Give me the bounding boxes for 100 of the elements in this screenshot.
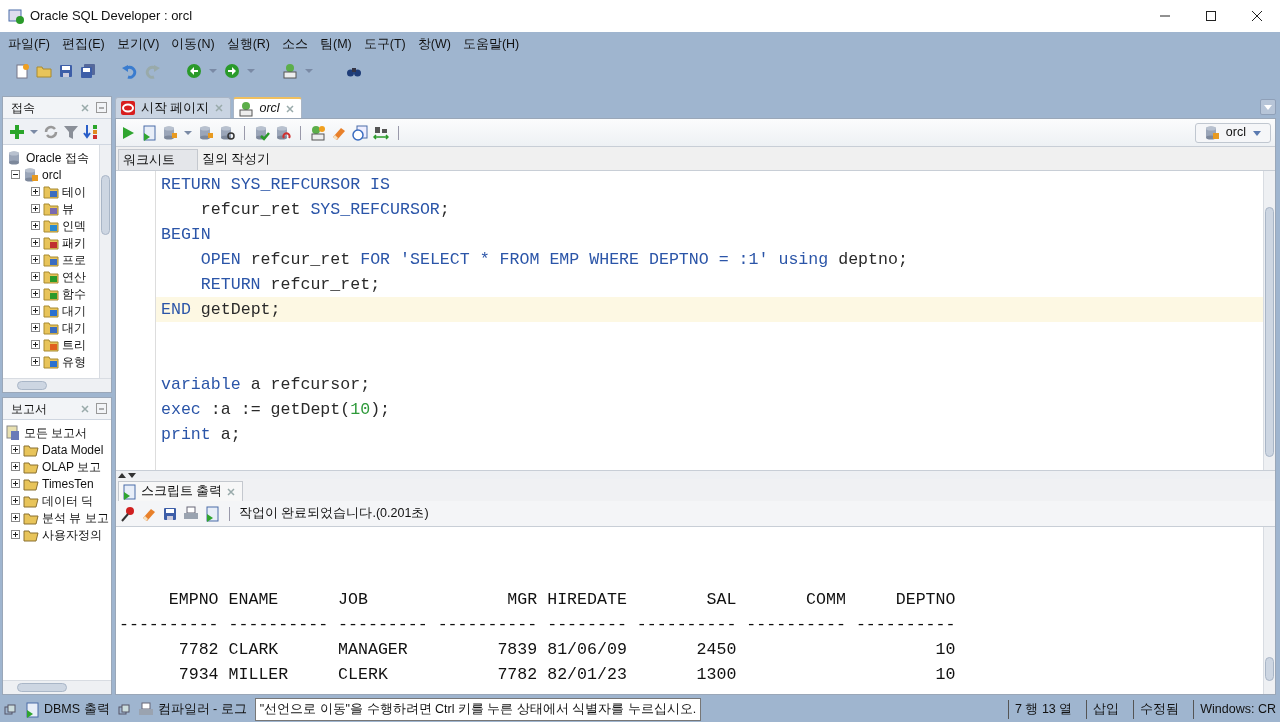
refresh-icon[interactable] bbox=[43, 123, 59, 140]
sort-icon[interactable] bbox=[83, 123, 99, 140]
filter-icon[interactable] bbox=[63, 123, 79, 140]
scrollbar[interactable] bbox=[1263, 171, 1275, 470]
expand-icon[interactable] bbox=[31, 238, 40, 247]
expand-icon[interactable] bbox=[31, 187, 40, 196]
expand-icon[interactable] bbox=[31, 289, 40, 298]
database-check-icon[interactable] bbox=[254, 124, 270, 141]
close-icon[interactable] bbox=[1251, 10, 1263, 22]
minimize-icon[interactable] bbox=[96, 102, 107, 113]
format-icon[interactable] bbox=[373, 124, 389, 141]
expand-icon[interactable] bbox=[31, 221, 40, 230]
tree-item[interactable]: 데이터 딕 bbox=[42, 491, 94, 510]
folder-icon bbox=[43, 251, 59, 268]
undo-icon[interactable] bbox=[122, 63, 138, 79]
menu-item[interactable]: 보기(V) bbox=[112, 34, 164, 54]
tree-item[interactable]: orcl bbox=[42, 165, 62, 184]
maximize-icon[interactable] bbox=[1205, 10, 1217, 22]
connection-selector[interactable]: orcl bbox=[1194, 122, 1271, 143]
folder-icon bbox=[43, 183, 59, 200]
tree-item[interactable]: 패키 bbox=[62, 233, 86, 252]
expand-icon[interactable] bbox=[31, 272, 40, 281]
run-script-icon[interactable] bbox=[141, 124, 157, 141]
expand-icon[interactable] bbox=[11, 513, 20, 522]
database-tree-icon[interactable] bbox=[162, 124, 178, 141]
pin-icon[interactable] bbox=[120, 505, 136, 522]
menu-item[interactable]: 창(W) bbox=[413, 34, 455, 54]
expand-icon[interactable] bbox=[11, 530, 20, 539]
database-star-icon[interactable] bbox=[310, 124, 326, 141]
expand-icon[interactable] bbox=[11, 445, 20, 454]
editor-tab[interactable]: 질의 작성기 bbox=[198, 149, 293, 170]
database-user-icon[interactable] bbox=[282, 63, 298, 79]
menu-item[interactable]: 팀(M) bbox=[316, 34, 356, 54]
editor-tab[interactable]: 워크시트 bbox=[118, 149, 198, 170]
tree-item[interactable]: 분석 뷰 보고 bbox=[42, 508, 109, 527]
tree-item[interactable]: 인덱 bbox=[62, 216, 86, 235]
new-file-icon[interactable] bbox=[14, 63, 30, 79]
expand-icon[interactable] bbox=[31, 306, 40, 315]
expand-icon[interactable] bbox=[31, 255, 40, 264]
panel-tab[interactable]: 컴파일러 - 로그 bbox=[133, 699, 251, 720]
scrollbar[interactable] bbox=[1263, 527, 1275, 694]
tree-item[interactable]: 뷰 bbox=[62, 199, 74, 218]
expand-icon[interactable] bbox=[31, 340, 40, 349]
back-icon[interactable] bbox=[186, 63, 202, 79]
document-tab[interactable]: orcl bbox=[233, 97, 302, 118]
menu-item[interactable]: 도움말(H) bbox=[458, 34, 524, 54]
output-tab[interactable]: 스크립트 출력 bbox=[118, 481, 244, 501]
tree-item[interactable]: Oracle 접속 bbox=[26, 148, 89, 167]
expand-icon[interactable] bbox=[11, 462, 20, 471]
restore-icon[interactable] bbox=[117, 703, 130, 716]
menu-item[interactable]: 편집(E) bbox=[57, 34, 109, 54]
panel-tab[interactable]: 접속 bbox=[11, 98, 35, 117]
tree-item[interactable]: 모든 보고서 bbox=[24, 423, 88, 442]
panel-tab[interactable]: DBMS 출력 bbox=[20, 699, 114, 720]
add-icon[interactable] bbox=[9, 123, 25, 140]
database-search-icon[interactable] bbox=[219, 124, 235, 141]
menu-item[interactable]: 도구(T) bbox=[359, 34, 410, 54]
save-all-icon[interactable] bbox=[80, 63, 96, 79]
code-line: refcur_ret SYS_REFCURSOR; bbox=[199, 199, 451, 221]
tree-item[interactable]: 유형 bbox=[62, 352, 86, 371]
tree-item[interactable]: OLAP 보고 bbox=[42, 457, 102, 476]
clock-document-icon[interactable] bbox=[352, 124, 368, 141]
database-tree-icon[interactable] bbox=[198, 124, 214, 141]
scrollbar[interactable] bbox=[3, 378, 111, 392]
save-icon[interactable] bbox=[162, 505, 178, 522]
tree-item[interactable]: 프로 bbox=[62, 250, 86, 269]
tree-item[interactable]: 사용자정의 bbox=[42, 525, 102, 544]
tree-item[interactable]: 트리 bbox=[62, 335, 86, 354]
document-tab[interactable]: 시작 페이지 bbox=[115, 97, 232, 118]
tree-item[interactable]: 대기 bbox=[62, 301, 86, 320]
expand-icon[interactable] bbox=[31, 204, 40, 213]
database-undo-icon[interactable] bbox=[275, 124, 291, 141]
folder-icon bbox=[43, 302, 59, 319]
modified-status: 수정됨 bbox=[1133, 700, 1180, 719]
folder-icon bbox=[43, 268, 59, 285]
tree-item[interactable]: 연산 bbox=[62, 267, 86, 286]
run-icon[interactable] bbox=[120, 124, 136, 141]
tree-item[interactable]: TimesTen bbox=[42, 474, 94, 493]
forward-icon[interactable] bbox=[224, 63, 240, 79]
menu-item[interactable]: 소스 bbox=[278, 34, 313, 54]
tab-list-button[interactable] bbox=[1260, 99, 1276, 115]
expand-icon[interactable] bbox=[11, 479, 20, 488]
restore-icon[interactable] bbox=[4, 703, 16, 716]
collapse-icon[interactable] bbox=[11, 170, 20, 179]
expand-icon[interactable] bbox=[11, 496, 20, 505]
minimize-icon[interactable] bbox=[96, 403, 107, 414]
scrollbar[interactable] bbox=[99, 145, 111, 378]
tree-item[interactable]: 대기 bbox=[62, 318, 86, 337]
expand-icon[interactable] bbox=[31, 323, 40, 332]
menu-item[interactable]: 파일(F) bbox=[4, 34, 54, 54]
expand-icon[interactable] bbox=[31, 357, 40, 366]
run-script-icon[interactable] bbox=[204, 505, 220, 522]
menu-item[interactable]: 이동(N) bbox=[167, 34, 219, 54]
scrollbar[interactable] bbox=[3, 680, 111, 694]
tree-item[interactable]: 테이 bbox=[62, 182, 86, 201]
save-icon[interactable] bbox=[58, 63, 74, 79]
print-icon[interactable] bbox=[183, 505, 199, 522]
tree-item[interactable]: Data Model bbox=[42, 440, 104, 459]
menu-item[interactable]: 실행(R) bbox=[222, 34, 275, 54]
tree-item[interactable]: 함수 bbox=[62, 284, 86, 303]
